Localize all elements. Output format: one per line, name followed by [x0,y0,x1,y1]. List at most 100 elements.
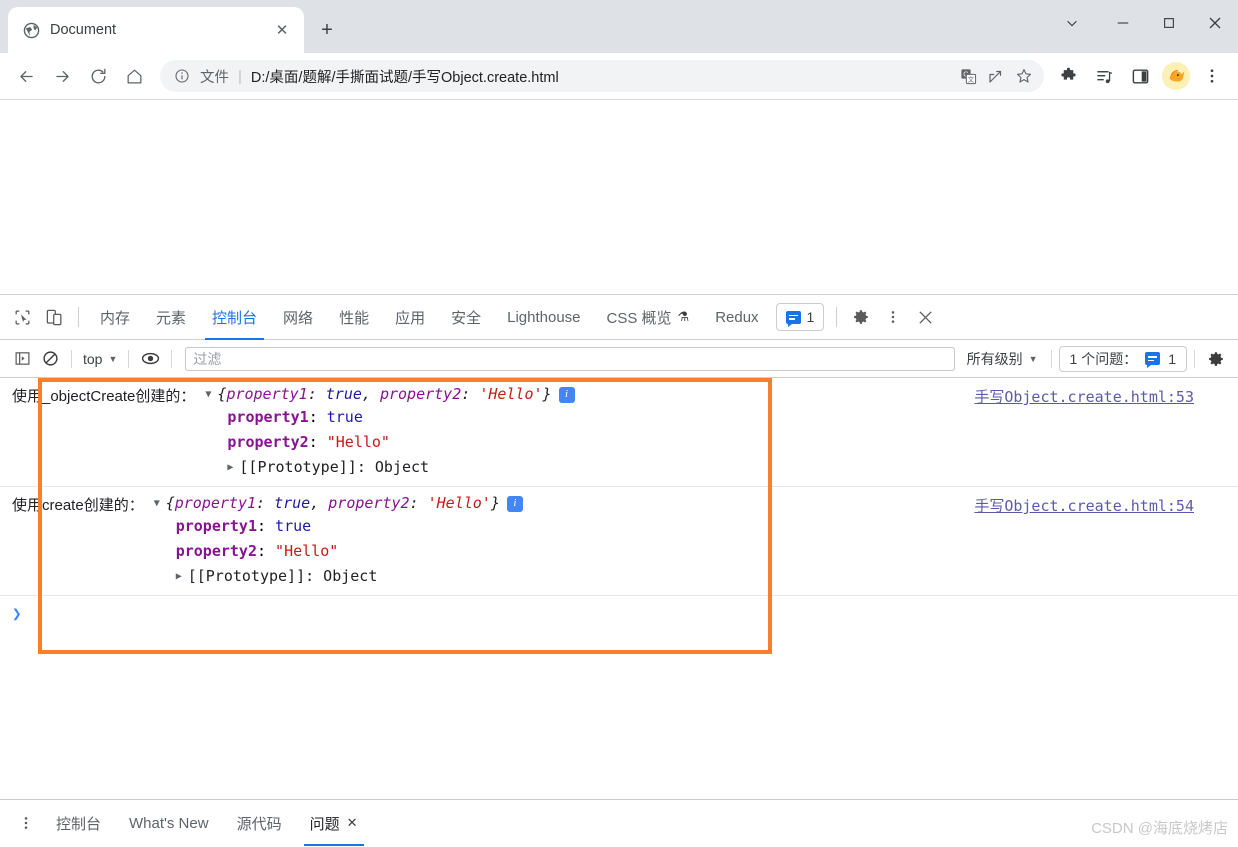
media-playlist-icon[interactable] [1086,58,1122,94]
drawer-tab-issues[interactable]: 问题 ✕ [296,800,372,846]
expand-arrow-icon[interactable]: ▶ [176,564,188,589]
message-bubble-icon [1145,352,1161,368]
tab-label: What's New [129,814,209,832]
log-level-selector[interactable]: 所有级别 ▼ [961,349,1044,369]
devtools-tab-security[interactable]: 安全 [438,295,494,340]
tab-label: 元素 [156,309,187,327]
browser-window: Document ✕ + 文件 | D:/桌面/题解/手撕面试题/手写Objec… [0,0,1238,847]
drawer-tab-console[interactable]: 控制台 [42,800,115,846]
expand-arrow-icon[interactable]: ▼ [154,493,166,514]
expand-arrow-icon[interactable]: ▶ [227,455,239,480]
window-controls [1052,0,1238,45]
property-value: "Hello" [326,433,390,451]
address-bar[interactable]: 文件 | D:/桌面/题解/手撕面试题/手写Object.create.html… [160,60,1044,92]
devtools-tab-css-overview[interactable]: CSS 概览 ⚗ [594,295,703,340]
browser-tab-document[interactable]: Document ✕ [8,7,304,53]
drawer-tab-whats-new[interactable]: What's New [115,800,223,846]
url-text[interactable]: D:/桌面/题解/手撕面试题/手写Object.create.html [251,66,954,87]
maximize-icon[interactable] [1146,0,1192,45]
csdn-watermark: CSDN @海底烧烤店 [1091,817,1228,838]
flask-icon: ⚗ [677,309,690,324]
minimize-icon[interactable] [1100,0,1146,45]
inspect-element-icon[interactable] [6,301,38,333]
prototype-row[interactable]: ▶ [[Prototype]]: Object [227,455,574,480]
object-property[interactable]: property1: true [176,514,523,539]
star-icon[interactable] [1010,62,1038,90]
console-source-link[interactable]: 手写Object.create.html:54 [974,495,1194,516]
translate-icon[interactable]: G 文 [954,62,982,90]
gear-icon[interactable] [845,301,877,333]
console-filter-input[interactable]: 过滤 [185,346,955,371]
console-log-label: 使用_objectCreate创建的： [12,388,196,405]
drawer-tab-close-icon[interactable]: ✕ [347,815,358,831]
tab-label: Lighthouse [507,308,581,326]
console-message[interactable]: 使用_objectCreate创建的： ▼ {property1: true, … [0,378,1238,487]
home-icon[interactable] [116,58,152,94]
drawer-more-icon[interactable] [10,807,42,839]
console-message[interactable]: 使用create创建的： ▼ {property1: true, propert… [0,487,1238,596]
console-settings-gear-icon[interactable] [1202,345,1230,373]
site-info-icon[interactable] [172,66,192,86]
filterbar-divider [71,349,72,368]
devtools-tab-console[interactable]: 控制台 [199,295,270,340]
context-label: top [83,350,103,367]
tab-search-icon[interactable] [1052,0,1092,45]
preview-colon-1: : [307,385,326,403]
issues-counter-button[interactable]: 1 个问题： 1 [1058,345,1187,372]
devtools-close-icon[interactable] [909,301,941,333]
omnibox-actions: G 文 [954,62,1038,90]
devtools-tab-lighthouse[interactable]: Lighthouse [494,295,593,340]
prompt-chevron-icon: ❯ [12,603,22,623]
forward-icon[interactable] [44,58,80,94]
prototype-value: Object [323,567,378,585]
share-icon[interactable] [982,62,1010,90]
prototype-separator: : [356,458,375,476]
info-icon[interactable]: i [558,386,575,403]
object-preview-row[interactable]: ▼ {property1: true, property2: 'Hello'} i [205,384,575,405]
puzzle-icon[interactable] [1050,58,1086,94]
browser-menu-icon[interactable] [1194,58,1230,94]
preview-colon-1: : [256,494,275,512]
clear-console-icon[interactable] [36,345,64,373]
object-property[interactable]: property2: "Hello" [227,430,574,455]
tab-close-icon[interactable]: ✕ [270,18,294,42]
issues-badge[interactable]: 1 [775,303,825,331]
side-panel-icon[interactable] [1122,58,1158,94]
preview-value-1: true [274,494,311,512]
object-property[interactable]: property2: "Hello" [176,539,523,564]
console-sidebar-icon[interactable] [8,345,36,373]
devtools-tab-application[interactable]: 应用 [382,295,438,340]
devtools-tab-elements[interactable]: 元素 [143,295,199,340]
object-preview-row[interactable]: ▼ {property1: true, property2: 'Hello'} i [154,493,523,514]
tab-label: Redux [715,308,759,326]
device-toolbar-icon[interactable] [38,301,70,333]
close-window-icon[interactable] [1192,0,1238,45]
property-separator: : [308,433,327,451]
object-property[interactable]: property1: true [227,405,574,430]
watermark-text: CSDN @海底烧烤店 [1091,820,1228,837]
info-icon[interactable]: i [506,495,523,512]
page-viewport [0,100,1238,294]
devtools-tab-redux[interactable]: Redux [702,295,771,340]
prototype-row[interactable]: ▶ [[Prototype]]: Object [176,564,523,589]
expand-arrow-icon[interactable]: ▼ [205,384,217,405]
reload-icon[interactable] [80,58,116,94]
console-context-selector[interactable]: top ▼ [79,351,121,367]
preview-colon-2: : [461,385,480,403]
live-expression-icon[interactable] [136,345,164,373]
devtools-more-icon[interactable] [877,301,909,333]
console-source-link[interactable]: 手写Object.create.html:53 [974,386,1194,407]
property-key: property1 [175,517,257,535]
devtools-tab-performance[interactable]: 性能 [326,295,382,340]
tab-title: Document [50,22,117,38]
back-icon[interactable] [8,58,44,94]
object-properties: property1: true property2: "Hello" ▶ [[Pr… [205,405,574,480]
devtools-tab-network[interactable]: 网络 [270,295,326,340]
prototype-label: [[Prototype]] [187,567,306,585]
devtools-tab-memory[interactable]: 内存 [87,295,143,340]
drawer-tab-sources[interactable]: 源代码 [223,800,296,846]
toolbar-divider [836,307,838,327]
new-tab-button[interactable]: + [310,13,344,47]
console-prompt[interactable]: ❯ [0,596,1238,630]
profile-avatar[interactable] [1162,62,1190,90]
